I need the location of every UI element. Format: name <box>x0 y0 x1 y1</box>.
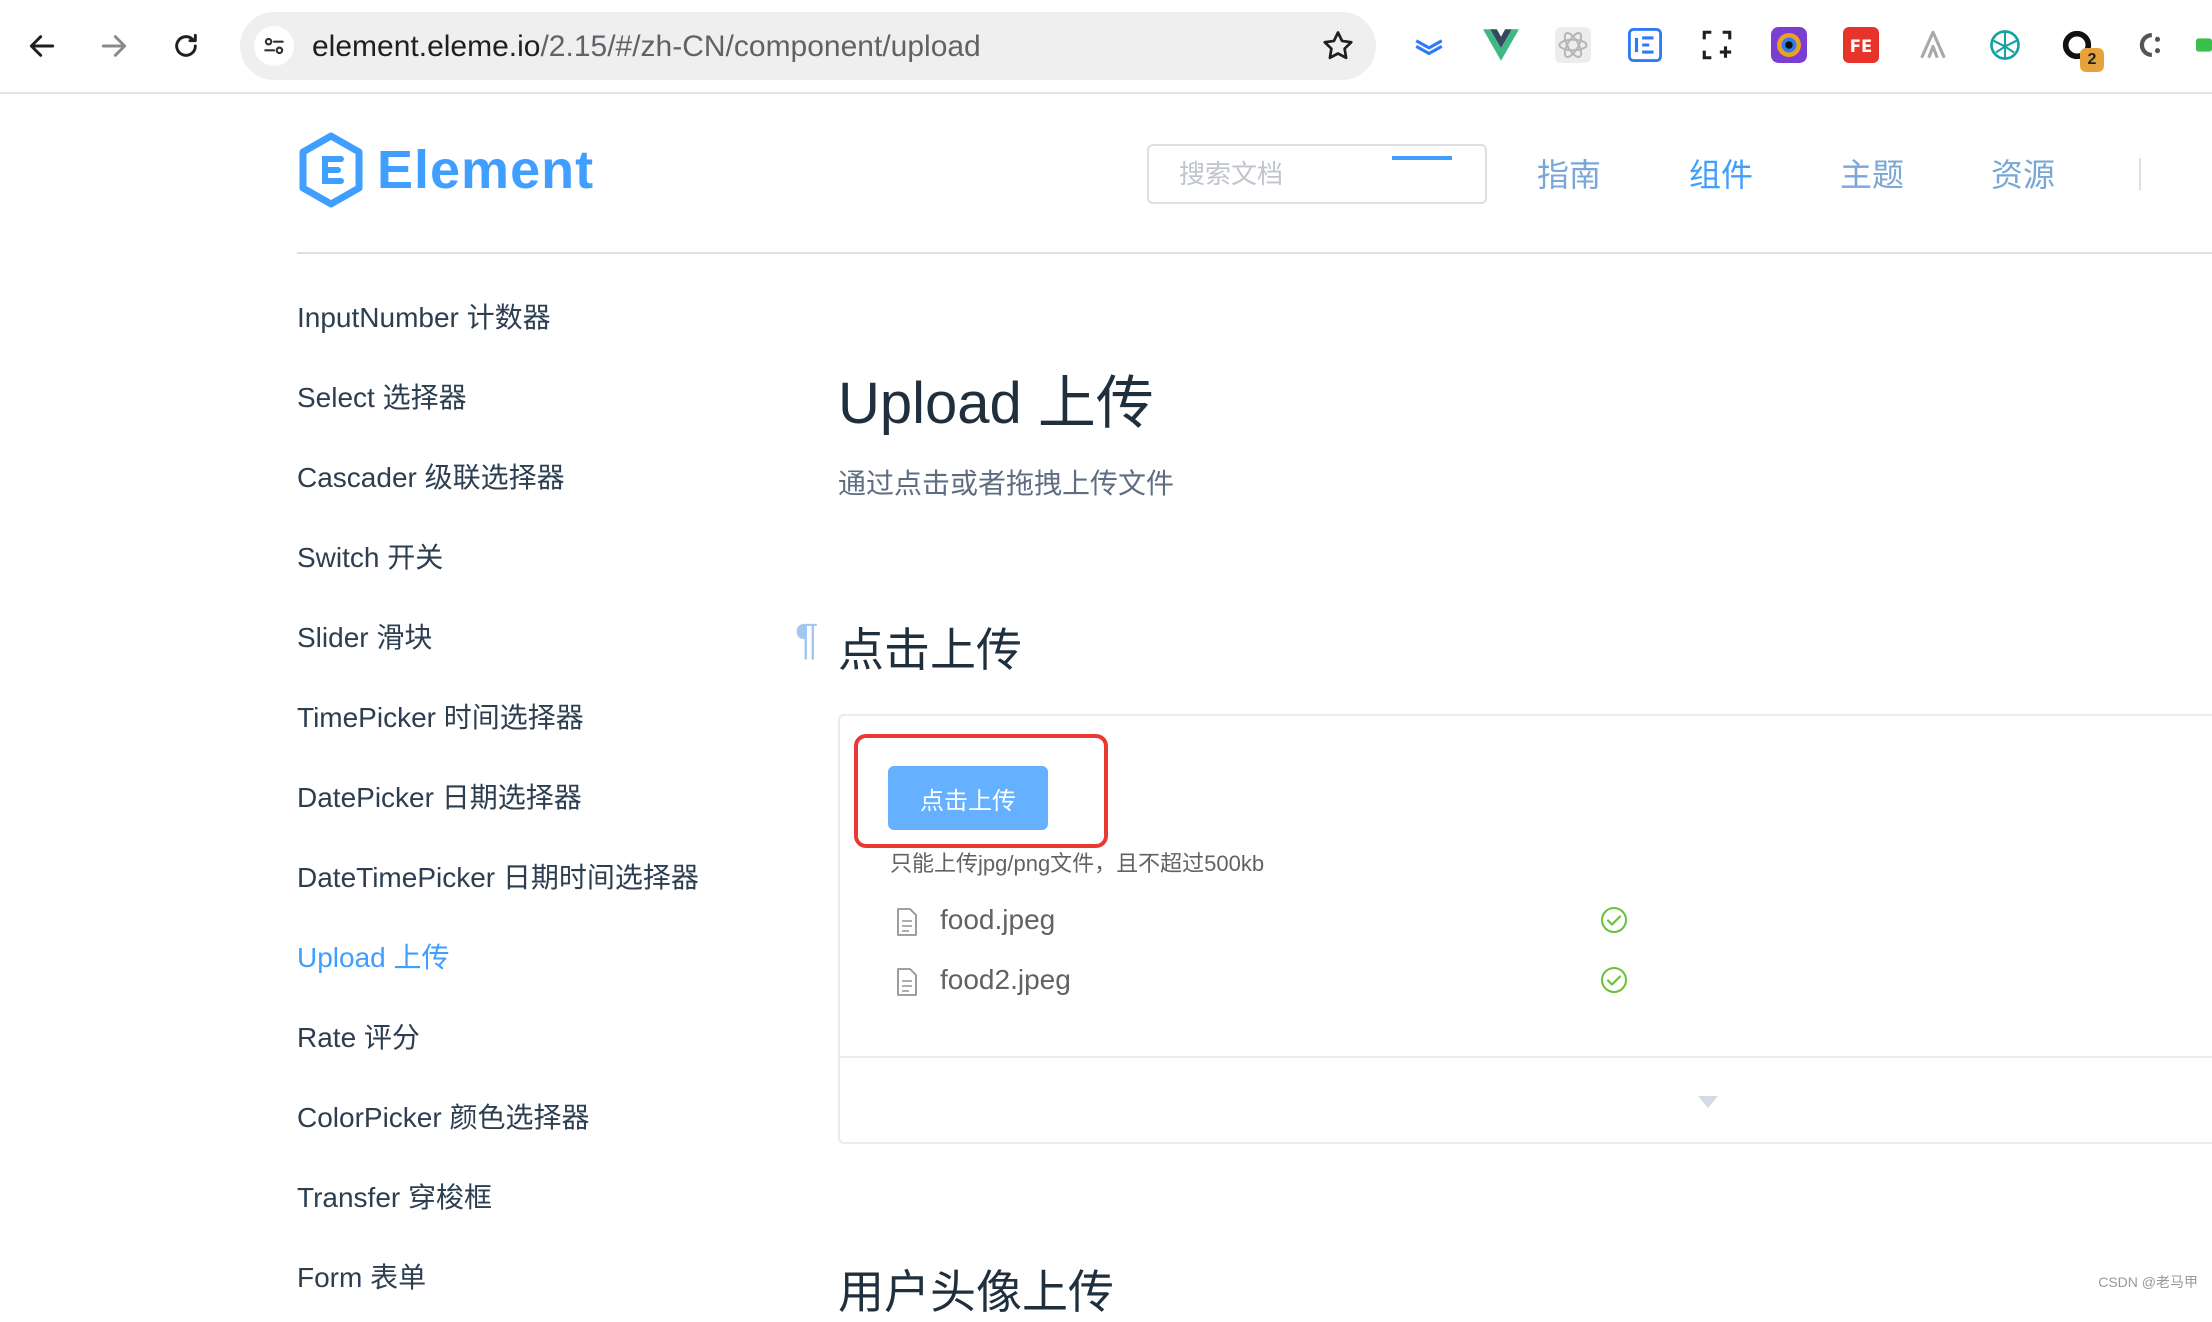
reload-button[interactable] <box>162 22 210 70</box>
sidebar-item-transfer[interactable]: Transfer 穿梭框 <box>297 1176 492 1216</box>
section-anchor-link[interactable]: ¶ <box>795 615 819 665</box>
react-devtools-icon[interactable] <box>1552 24 1594 66</box>
sidebar-item-inputnumber[interactable]: InputNumber 计数器 <box>297 296 551 336</box>
element-hexagon-logo-icon <box>299 132 363 208</box>
url-text[interactable]: element.eleme.io/2.15/#/zh-CN/component/… <box>312 30 981 64</box>
back-button[interactable] <box>18 22 66 70</box>
active-nav-underline <box>1392 156 1452 160</box>
browser-toolbar: element.eleme.io/2.15/#/zh-CN/component/… <box>0 0 2212 94</box>
search-docs-input[interactable] <box>1147 144 1487 204</box>
click-upload-button[interactable]: 点击上传 <box>888 766 1048 830</box>
forward-button[interactable] <box>90 22 138 70</box>
svg-text:FE: FE <box>1850 37 1873 56</box>
upload-file-item[interactable]: food.jpeg <box>896 902 1636 942</box>
cs-extension-icon[interactable] <box>2128 24 2170 66</box>
a-extension-icon[interactable] <box>1912 24 1954 66</box>
page-description: 通过点击或者拖拽上传文件 <box>838 468 1175 499</box>
ic-extension-icon[interactable] <box>1624 24 1666 66</box>
document-icon <box>897 908 917 936</box>
extension-badge: 2 <box>2080 48 2104 72</box>
file-name[interactable]: food2.jpeg <box>940 964 1071 996</box>
sidebar-item-form[interactable]: Form 表单 <box>297 1256 426 1296</box>
bookmark-star-icon[interactable] <box>1320 28 1356 64</box>
url-host: element.eleme.io <box>312 30 541 63</box>
success-check-circle-icon <box>1601 907 1627 933</box>
address-bar[interactable]: element.eleme.io/2.15/#/zh-CN/component/… <box>240 12 1376 80</box>
document-icon <box>897 968 917 996</box>
file-name[interactable]: food.jpeg <box>940 904 1055 936</box>
forward-arrow-icon <box>101 35 127 57</box>
screenshot-crop-icon[interactable] <box>1696 24 1738 66</box>
element-logo[interactable]: Element <box>297 132 594 208</box>
sidebar-item-datetimepicker[interactable]: DateTimePicker 日期时间选择器 <box>297 856 699 896</box>
sidebar-item-select[interactable]: Select 选择器 <box>297 376 467 416</box>
sidebar-item-upload[interactable]: Upload 上传 <box>297 936 450 976</box>
sidebar-item-switch[interactable]: Switch 开关 <box>297 536 443 576</box>
sidebar-item-slider[interactable]: Slider 滑块 <box>297 616 432 656</box>
url-path: /2.15/#/zh-CN/component/upload <box>540 30 981 63</box>
web-extension-icon[interactable] <box>1984 24 2026 66</box>
nav-theme[interactable]: 主题 <box>1840 150 1904 196</box>
logo-text: Element <box>377 140 595 200</box>
sidebar-item-colorpicker[interactable]: ColorPicker 颜色选择器 <box>297 1096 589 1136</box>
color-picker-extension-icon[interactable] <box>1768 24 1810 66</box>
sidebar-item-cascader[interactable]: Cascader 级联选择器 <box>297 456 565 496</box>
upload-tip: 只能上传jpg/png文件，且不超过500kb <box>890 851 1265 876</box>
nav-resources[interactable]: 资源 <box>1991 150 2055 196</box>
sidebar-item-timepicker[interactable]: TimePicker 时间选择器 <box>297 696 584 736</box>
expand-code-caret-icon[interactable] <box>1698 1096 1718 1108</box>
sidebar-item-datepicker[interactable]: DatePicker 日期选择器 <box>297 776 582 816</box>
success-check-circle-icon <box>1601 967 1627 993</box>
vue-devtools-icon[interactable] <box>1480 24 1522 66</box>
reload-icon <box>175 33 197 57</box>
layers-extension-icon[interactable] <box>1408 24 1450 66</box>
section-title-click-upload: 点击上传 <box>838 624 1022 676</box>
site-header: Element 指南 组件 主题 资源 <box>297 92 2212 254</box>
nav-guide[interactable]: 指南 <box>1537 150 1601 196</box>
green-extension-icon[interactable] <box>2196 24 2212 66</box>
c-extension-icon[interactable]: 2 <box>2056 24 2104 72</box>
sidebar-item-rate[interactable]: Rate 评分 <box>297 1016 420 1056</box>
site-settings-icon[interactable] <box>254 26 294 66</box>
section-title-avatar-upload: 用户头像上传 <box>838 1266 1114 1318</box>
watermark: CSDN @老马甲 <box>2098 1274 2198 1290</box>
demo-block-divider <box>840 1056 2212 1058</box>
nav-components[interactable]: 组件 <box>1689 150 1753 196</box>
fe-extension-icon[interactable]: FE <box>1840 24 1882 66</box>
upload-file-item[interactable]: food2.jpeg <box>896 962 1636 1002</box>
page-title: Upload 上传 <box>838 371 1154 436</box>
nav-divider <box>2139 158 2141 190</box>
upload-demo-block: 点击上传 只能上传jpg/png文件，且不超过500kb food.jpeg f… <box>838 714 2212 1144</box>
back-arrow-icon <box>29 35 55 57</box>
